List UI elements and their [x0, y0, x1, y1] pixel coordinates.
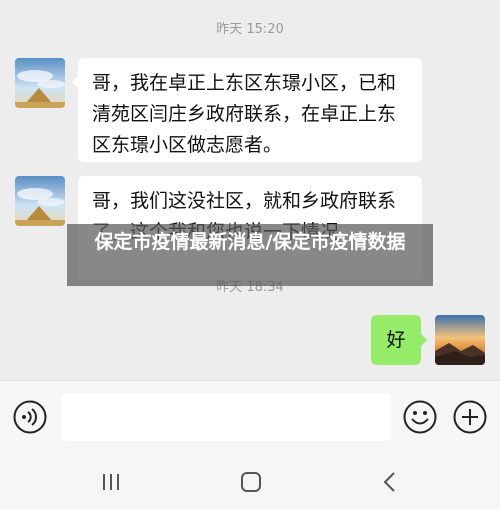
system-navigation-bar: [0, 452, 500, 509]
outgoing-message[interactable]: 好: [371, 315, 427, 365]
contact-avatar[interactable]: [15, 58, 65, 108]
user-avatar[interactable]: [435, 315, 485, 365]
timestamp: 昨天 15:20: [216, 22, 284, 37]
watermark-title-overlay: 保定市疫情最新消息/保定市疫情数据: [67, 224, 433, 286]
sunset-avatar-image: [435, 315, 485, 365]
incoming-message[interactable]: 哥，我在卓正上东区东璟小区，已和清苑区闫庄乡政府联系，在卓正上东区东璟小区做志愿…: [72, 58, 422, 162]
emoji-icon[interactable]: [402, 399, 438, 435]
home-icon[interactable]: [239, 470, 263, 494]
recent-apps-icon[interactable]: [99, 470, 123, 494]
landscape-avatar-image: [15, 176, 65, 226]
landscape-avatar-image: [15, 58, 65, 108]
message-input-bar: [0, 380, 500, 453]
voice-icon[interactable]: [12, 399, 48, 435]
plus-icon[interactable]: [452, 399, 488, 435]
contact-avatar[interactable]: [15, 176, 65, 226]
message-input[interactable]: [61, 393, 391, 441]
back-icon[interactable]: [378, 470, 402, 494]
